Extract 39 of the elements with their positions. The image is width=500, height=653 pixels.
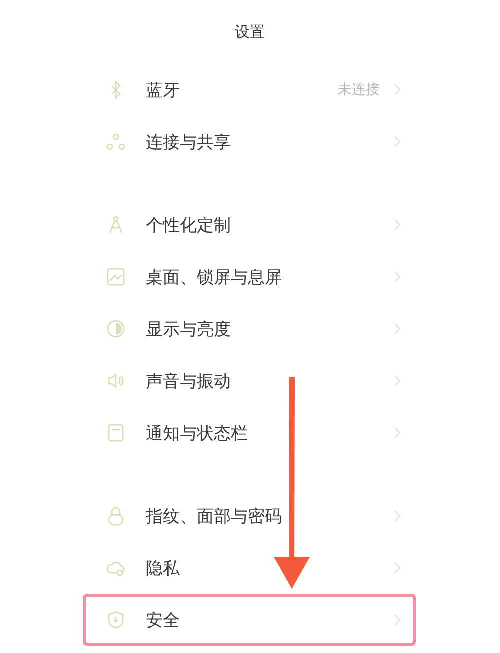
chevron-icon: [394, 271, 401, 283]
chevron-icon: [394, 375, 401, 387]
lock-icon: [106, 506, 126, 526]
settings-item[interactable]: 通知与状态栏: [83, 407, 416, 459]
item-label: 通知与状态栏: [146, 422, 249, 444]
speaker-icon: [106, 371, 126, 391]
chevron-icon: [394, 84, 401, 96]
chevron-icon: [394, 614, 401, 626]
chevron-icon: [394, 323, 401, 335]
settings-item[interactable]: 个性化定制: [83, 199, 416, 251]
settings-item[interactable]: 声音与振动: [83, 355, 416, 407]
status-text: 未连接: [338, 81, 380, 99]
settings-item[interactable]: 隐私: [83, 542, 416, 594]
item-label: 连接与共享: [146, 132, 232, 154]
item-label: 蓝牙: [146, 80, 181, 102]
item-label: 指纹、面部与密码: [146, 506, 283, 528]
item-label: 桌面、锁屏与息屏: [146, 266, 283, 288]
settings-item[interactable]: 蓝牙 未连接: [83, 64, 416, 116]
chevron-icon: [394, 427, 401, 439]
image-icon: [106, 267, 126, 287]
shield-icon: [106, 610, 126, 630]
item-label: 安全: [146, 610, 181, 632]
share-icon: [106, 132, 126, 152]
contrast-icon: [106, 319, 126, 339]
chevron-icon: [394, 136, 401, 148]
page-title: 设置: [235, 22, 265, 42]
notification-icon: [106, 423, 126, 443]
settings-item[interactable]: 桌面、锁屏与息屏: [83, 251, 416, 303]
chevron-icon: [394, 562, 401, 574]
item-label: 个性化定制: [146, 214, 232, 236]
settings-item[interactable]: 显示与亮度: [83, 303, 416, 355]
chevron-icon: [394, 510, 401, 522]
item-label: 隐私: [146, 558, 181, 580]
settings-item[interactable]: 指纹、面部与密码: [83, 490, 416, 542]
item-label: 显示与亮度: [146, 318, 232, 340]
highlighted-settings-item[interactable]: 安全: [83, 594, 416, 646]
settings-item[interactable]: 连接与共享: [83, 116, 416, 168]
item-label: 声音与振动: [146, 370, 232, 392]
chevron-icon: [394, 219, 401, 231]
